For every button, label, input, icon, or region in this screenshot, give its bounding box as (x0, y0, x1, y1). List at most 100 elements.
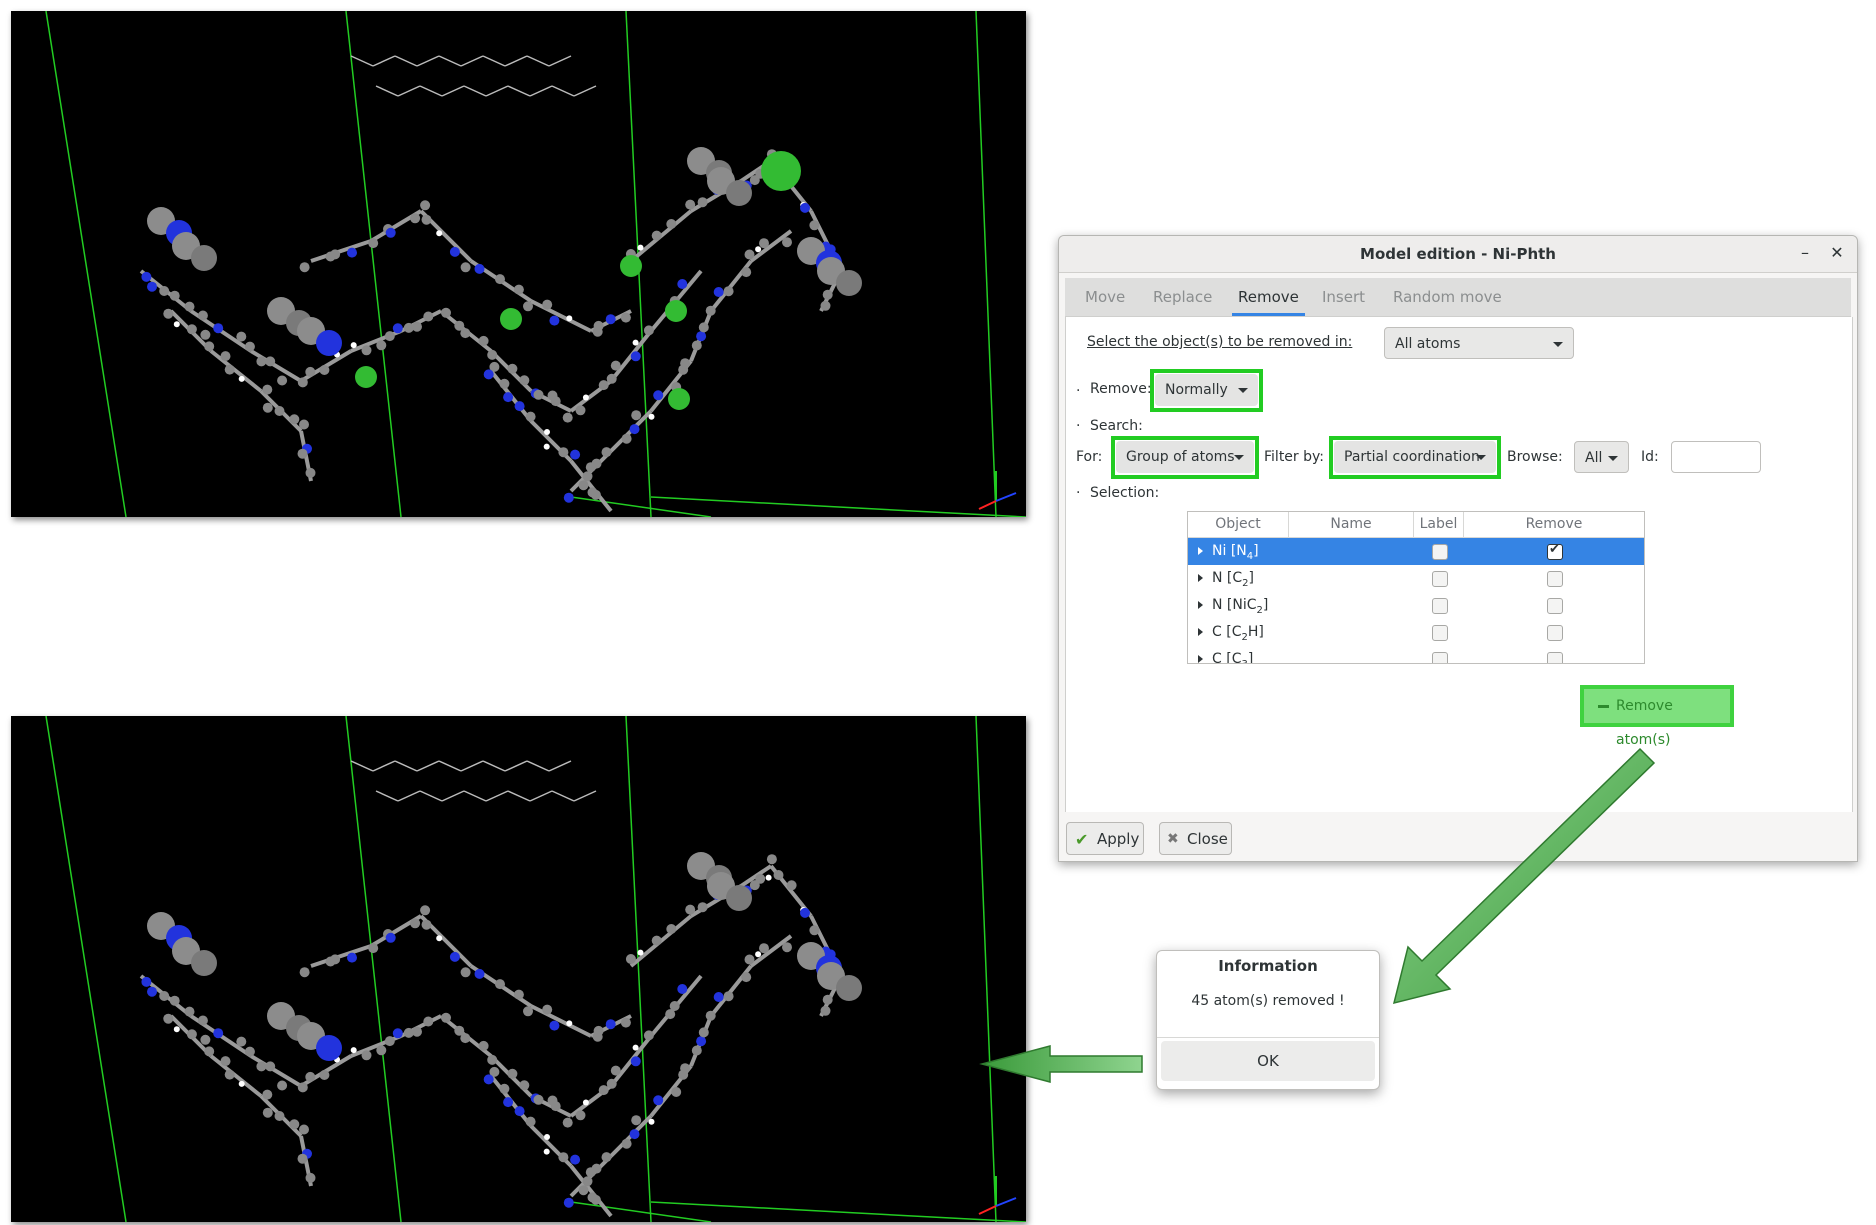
close-button[interactable]: ✖ Close (1159, 822, 1232, 855)
nitrogen-atom (677, 279, 688, 289)
label-checkbox[interactable] (1432, 571, 1448, 587)
carbon-atom (197, 310, 208, 321)
label-checkbox[interactable] (1432, 598, 1448, 614)
bond (249, 1054, 303, 1088)
close-icon[interactable]: ✕ (1825, 241, 1849, 265)
nickel-atom (355, 366, 377, 388)
close-label: Close (1187, 830, 1228, 848)
carbon-atom (591, 1163, 602, 1174)
object-cell: C [C3] (1212, 651, 1254, 664)
for-dropdown[interactable]: Group of atoms (1116, 441, 1254, 473)
carbon-atom (726, 885, 752, 911)
remove-checkbox[interactable] (1547, 652, 1563, 663)
for-value: Group of atoms (1126, 449, 1235, 465)
nitrogen-atom (630, 1056, 641, 1067)
dialog-title: Information (1218, 957, 1318, 975)
carbon-atom (601, 447, 612, 458)
expander-icon[interactable] (1198, 655, 1203, 663)
filter-dropdown[interactable]: Partial coordination (1334, 441, 1496, 473)
carbon-atom (744, 954, 755, 965)
wire-bond (419, 790, 443, 802)
column-header-name[interactable]: Name (1289, 512, 1414, 537)
remove-atoms-button[interactable]: Remove atom(s) (1580, 685, 1734, 748)
unit-cell-edge (650, 1201, 1026, 1222)
apply-button[interactable]: ✔ Apply (1066, 822, 1144, 855)
wire-bond (463, 790, 487, 802)
carbon-atom (368, 943, 379, 954)
table-row[interactable]: C [C3] (1188, 646, 1644, 664)
carbon-atom (460, 262, 471, 273)
expander-icon[interactable] (1198, 547, 1203, 555)
carbon-atom (575, 1110, 586, 1121)
carbon-atom (723, 286, 734, 297)
carbon-atom (361, 345, 372, 356)
carbon-atom (575, 405, 586, 416)
id-input[interactable] (1671, 441, 1761, 473)
label-checkbox[interactable] (1432, 625, 1448, 641)
objects-dropdown[interactable]: All atoms (1384, 327, 1574, 359)
carbon-atom (697, 902, 708, 913)
wire-bond (375, 790, 399, 802)
carbon-atom (297, 448, 308, 459)
carbon-atom (680, 1063, 691, 1074)
molecular-viewer-after[interactable] (11, 716, 1026, 1222)
remove-checkbox[interactable] (1547, 625, 1563, 641)
remove-mode-value: Normally (1165, 382, 1228, 398)
column-header-object[interactable]: Object (1188, 512, 1289, 537)
label-checkbox[interactable] (1432, 652, 1448, 663)
carbon-atom (236, 331, 247, 342)
carbon-atom (582, 471, 593, 482)
carbon-atom (262, 1089, 273, 1100)
hydrogen-atom (543, 1148, 550, 1155)
remove-mode-label: Remove: (1090, 381, 1152, 397)
tab-replace[interactable]: Replace (1153, 278, 1212, 316)
tab-move[interactable]: Move (1085, 278, 1125, 316)
table-row[interactable]: N [C2] (1188, 565, 1644, 592)
minimize-icon[interactable]: – (1793, 241, 1817, 265)
column-header-remove[interactable]: Remove (1464, 512, 1644, 537)
search-label: Search: (1090, 418, 1143, 434)
browse-dropdown[interactable]: All (1574, 441, 1629, 473)
expander-icon[interactable] (1198, 601, 1203, 609)
wire-bond (375, 85, 399, 97)
unit-cell-edge (975, 11, 997, 517)
carbon-atom (297, 377, 308, 388)
remove-checkbox[interactable] (1547, 542, 1563, 560)
carbon-atom (220, 351, 231, 362)
expander-icon[interactable] (1198, 574, 1203, 582)
table-row[interactable]: Ni [N4] (1188, 538, 1644, 565)
wire-bond (507, 790, 531, 802)
tab-random-move[interactable]: Random move (1393, 278, 1502, 316)
remove-checkbox[interactable] (1547, 598, 1563, 614)
remove-checkbox[interactable] (1547, 571, 1563, 587)
hydrogen-atom (566, 1020, 573, 1027)
carbon-atom (578, 1185, 589, 1196)
carbon-atom (523, 1006, 533, 1017)
wire-bond (350, 760, 374, 772)
tab-remove[interactable]: Remove (1232, 278, 1305, 316)
molecular-viewer-before[interactable] (11, 11, 1026, 517)
carbon-atom (651, 230, 662, 241)
window-titlebar[interactable]: Model edition - Ni-Phth – ✕ (1059, 236, 1857, 273)
nitrogen-atom (696, 331, 707, 342)
expander-icon[interactable] (1198, 628, 1203, 636)
table-row[interactable]: N [NiC2] (1188, 592, 1644, 619)
wire-bond (460, 55, 484, 67)
nitrogen-atom (713, 992, 724, 1002)
carbon-atom (610, 360, 621, 371)
label-checkbox[interactable] (1432, 544, 1448, 560)
carbon-atom (191, 245, 217, 271)
carbon-atom (495, 274, 505, 285)
nitrogen-atom (503, 1097, 514, 1108)
carbon-atom (651, 935, 662, 946)
hydrogen-atom (544, 429, 550, 435)
carbon-atom (666, 924, 677, 934)
remove-mode-dropdown[interactable]: Normally (1155, 374, 1258, 406)
table-row[interactable]: C [C2H] (1188, 619, 1644, 646)
dialog-ok-button[interactable]: OK (1161, 1041, 1375, 1081)
column-header-label[interactable]: Label (1414, 512, 1464, 537)
browse-label: Browse: (1507, 449, 1563, 465)
chevron-down-icon (1234, 455, 1244, 460)
tab-insert[interactable]: Insert (1322, 278, 1365, 316)
carbon-atom (631, 1115, 642, 1126)
